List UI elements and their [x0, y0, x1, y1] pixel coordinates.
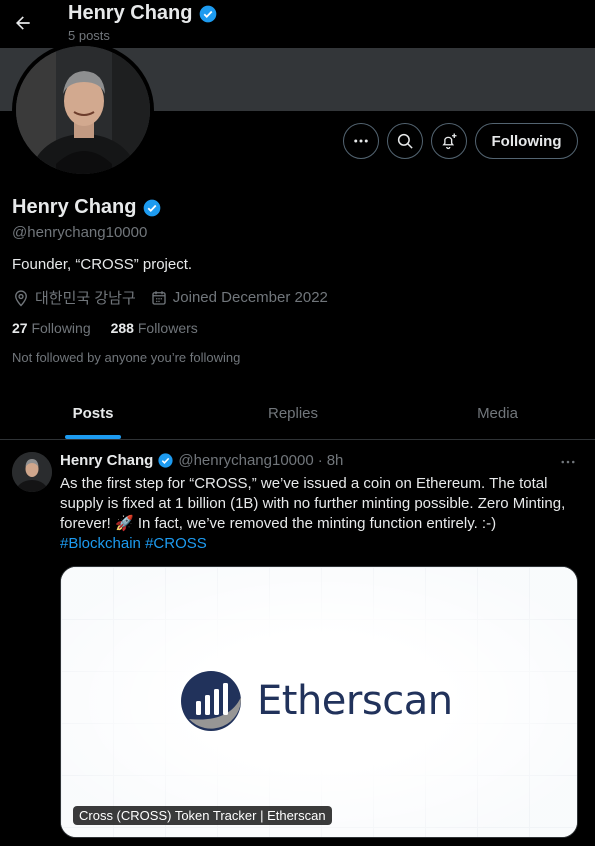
etherscan-logo-text: Etherscan [257, 678, 453, 724]
profile-meta: 대한민국 강남구 Joined December 2022 [12, 287, 342, 308]
hashtag-cross[interactable]: #CROSS [145, 535, 207, 552]
post-more-button[interactable] [556, 450, 580, 474]
tab-posts[interactable]: Posts [0, 388, 186, 439]
following-link[interactable]: 27 Following [12, 320, 91, 336]
join-date: Joined December 2022 [150, 289, 328, 307]
top-bar: Henry Chang 5 posts [0, 0, 595, 48]
post-body: As the first step for “CROSS,” we’ve iss… [60, 475, 566, 532]
link-card[interactable]: Etherscan Cross (CROSS) Token Tracker | … [60, 566, 578, 838]
verified-badge-icon[interactable] [142, 198, 162, 218]
more-options-button[interactable] [343, 123, 379, 159]
join-date-text: Joined December 2022 [172, 289, 328, 306]
post-text: As the first step for “CROSS,” we’ve iss… [60, 474, 580, 554]
profile-bio: Founder, “CROSS” project. [12, 256, 193, 273]
search-icon [397, 133, 413, 149]
followers-link[interactable]: 288 Followers [111, 320, 198, 336]
header-name: Henry Chang [68, 2, 193, 24]
tab-media[interactable]: Media [400, 388, 595, 439]
active-tab-indicator [65, 435, 121, 439]
more-icon [354, 139, 368, 143]
profile-handle: @henrychang10000 [12, 224, 148, 241]
profile-tabs: Posts Replies Media [0, 388, 595, 440]
hashtag-blockchain[interactable]: #Blockchain [60, 535, 141, 552]
etherscan-logo-icon [181, 671, 242, 731]
followers-label: Followers [137, 320, 198, 336]
location-text: 대한민국 강남구 [35, 290, 136, 307]
following-label: Following [31, 320, 91, 336]
followers-count: 288 [110, 320, 134, 336]
profile-avatar[interactable] [12, 42, 154, 178]
post-author-avatar[interactable] [12, 452, 52, 492]
post-separator: · [317, 452, 323, 469]
search-button[interactable] [387, 123, 423, 159]
bell-plus-icon [442, 133, 457, 150]
posts-count: 5 posts [68, 28, 110, 43]
card-caption[interactable]: Cross (CROSS) Token Tracker | Etherscan [73, 806, 332, 825]
profile-photo [16, 46, 150, 174]
post-author-handle[interactable]: @henrychang10000 [178, 452, 313, 469]
calendar-icon [152, 290, 166, 305]
tab-media-label: Media [477, 405, 518, 422]
profile-name: Henry Chang [12, 196, 162, 219]
location-icon [15, 289, 27, 306]
follow-stats: 27 Following 288 Followers [12, 320, 198, 336]
back-button[interactable] [6, 6, 40, 40]
following-count: 27 [12, 320, 28, 336]
etherscan-logo: Etherscan [179, 669, 453, 733]
post-time[interactable]: 8h [327, 452, 344, 469]
tab-replies[interactable]: Replies [186, 388, 400, 439]
more-icon [561, 460, 575, 464]
verified-badge-icon [200, 5, 217, 22]
tab-posts-label: Posts [72, 405, 114, 422]
followed-by-note: Not followed by anyone you’re following [12, 350, 241, 365]
verified-badge-icon [158, 453, 173, 468]
profile-name-text: Henry Chang [12, 196, 137, 218]
back-arrow-icon [16, 16, 30, 30]
location: 대한민국 강남구 [12, 287, 136, 308]
following-button[interactable]: Following [475, 123, 578, 159]
post-author-name[interactable]: Henry Chang [60, 452, 153, 469]
notifications-button[interactable] [431, 123, 467, 159]
tab-replies-label: Replies [267, 405, 319, 422]
post-avatar-photo [12, 452, 52, 492]
post-header: Henry Chang @henrychang10000 · 8h [60, 452, 343, 469]
header-title: Henry Chang [68, 2, 218, 25]
